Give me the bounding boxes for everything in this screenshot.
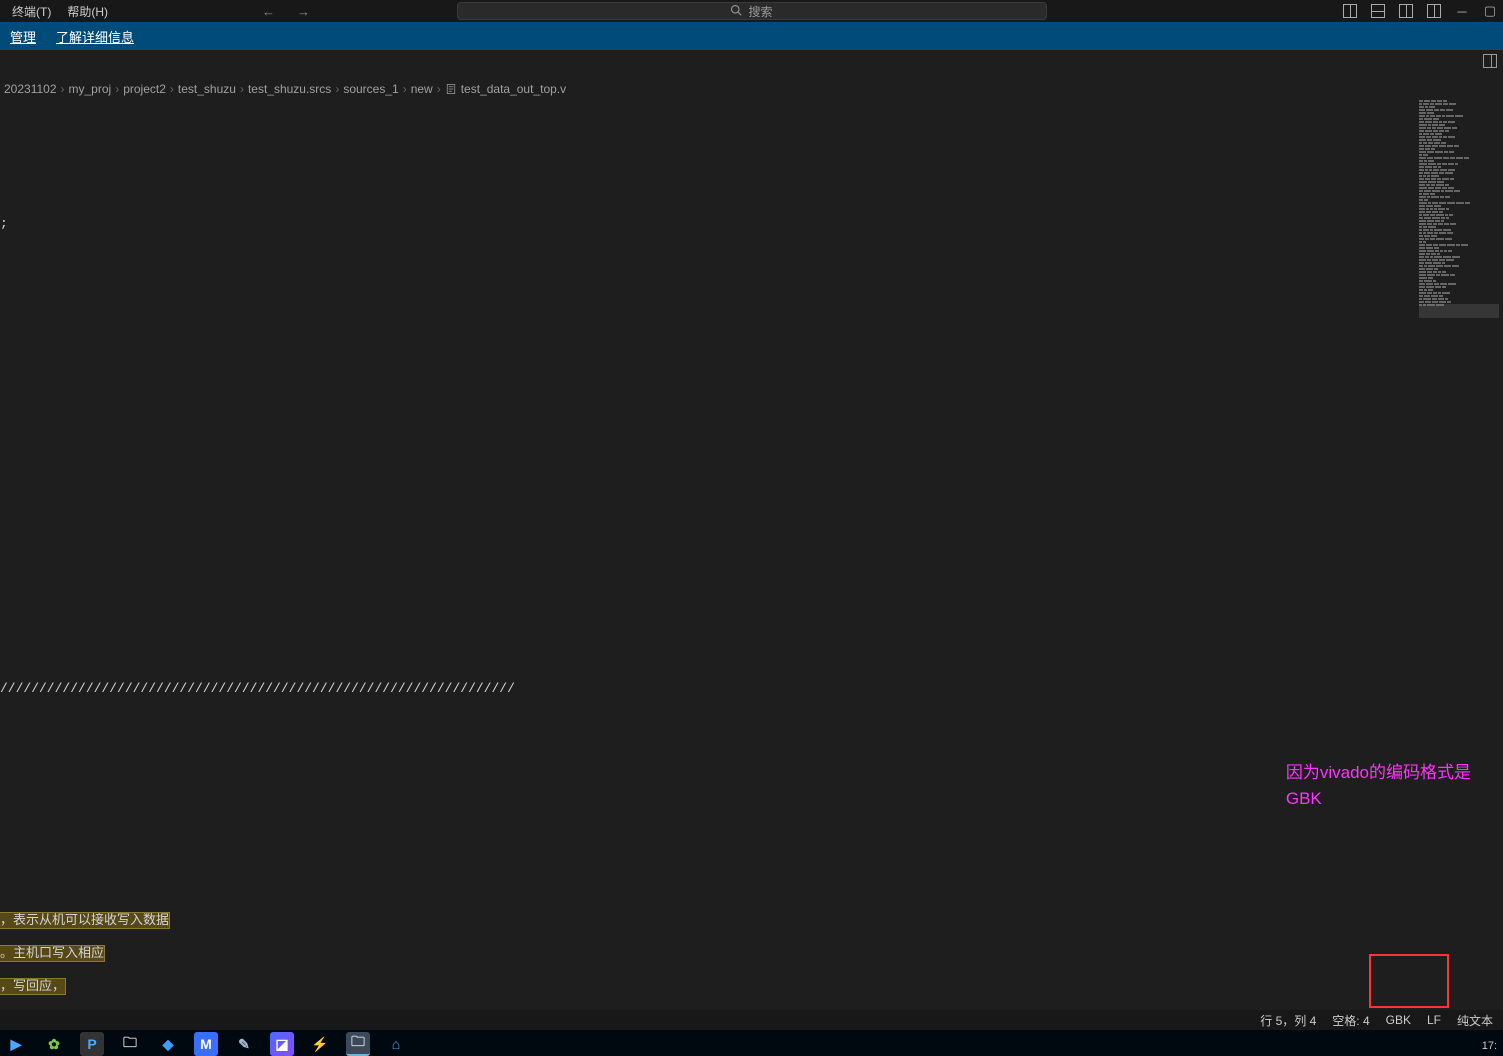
status-linecol[interactable]: 行 5，列 4 <box>1260 1012 1316 1029</box>
chevron-right-icon: › <box>437 82 441 96</box>
code-comment: ，写回应， <box>0 979 65 994</box>
chevron-right-icon: › <box>335 82 339 96</box>
taskbar-app-icon[interactable]: P <box>80 1032 104 1056</box>
crumb-2[interactable]: project2 <box>123 82 166 96</box>
titlebar: 终端(T) 帮助(H) ← → 搜索 ─ ▢ <box>0 0 1503 22</box>
toggle-secondary-sidebar-icon[interactable] <box>1483 54 1497 68</box>
minimap-slider[interactable] <box>1419 304 1499 318</box>
taskbar-app-icon[interactable]: M <box>194 1032 218 1056</box>
status-language[interactable]: 纯文本 <box>1457 1012 1493 1029</box>
chevron-right-icon: › <box>115 82 119 96</box>
editor-content: ; //////////////////////////////////////… <box>0 100 515 1010</box>
code-comment: ，表示从机可以接收写入数据 <box>0 913 169 928</box>
layout-right-icon[interactable] <box>1399 4 1413 18</box>
taskbar-app-icon[interactable]: ◪ <box>270 1032 294 1056</box>
taskbar-app-icon[interactable]: ✎ <box>232 1032 256 1056</box>
status-spaces[interactable]: 空格: 4 <box>1332 1012 1369 1029</box>
notification-bar: 管理 了解详细信息 <box>0 22 1503 50</box>
search-input[interactable]: 搜索 <box>457 2 1047 20</box>
breadcrumb: 20231102› my_proj› project2› test_shuzu›… <box>0 78 1503 100</box>
annotation-highlight-box <box>1369 954 1449 1008</box>
nav-arrows: ← → <box>256 2 316 21</box>
learn-more-link[interactable]: 了解详细信息 <box>56 27 134 46</box>
menu-help[interactable]: 帮助(H) <box>59 1 116 22</box>
layout-bottom-icon[interactable] <box>1371 4 1385 18</box>
chevron-right-icon: › <box>240 82 244 96</box>
taskbar: ▶ ✿ P 🗀 ◆ M ✎ ◪ ⚡ 🗀 ⌂ 17: <box>0 1030 1503 1056</box>
code-line: ////////////////////////////////////////… <box>0 681 515 698</box>
manage-link[interactable]: 管理 <box>10 27 36 46</box>
editor[interactable]: ; //////////////////////////////////////… <box>0 100 1503 1010</box>
layout-grid-icon[interactable] <box>1427 4 1441 18</box>
taskbar-app-icon[interactable]: ◆ <box>156 1032 180 1056</box>
crumb-6[interactable]: new <box>411 82 433 96</box>
tab-area <box>0 50 1503 78</box>
statusbar: 行 5，列 4 空格: 4 GBK LF 纯文本 <box>0 1010 1503 1030</box>
status-eol[interactable]: LF <box>1427 1013 1441 1027</box>
taskbar-app-icon[interactable]: ⚡ <box>308 1032 332 1056</box>
file-icon <box>445 83 457 95</box>
taskbar-clock[interactable]: 17: <box>1482 1040 1497 1052</box>
layout-left-icon[interactable] <box>1343 4 1357 18</box>
taskbar-app-icon[interactable]: 🗀 <box>118 1032 142 1056</box>
minimize-icon[interactable]: ─ <box>1455 4 1469 18</box>
search-placeholder: 搜索 <box>748 3 772 20</box>
chevron-right-icon: › <box>61 82 65 96</box>
crumb-4[interactable]: test_shuzu.srcs <box>248 82 331 96</box>
maximize-icon[interactable]: ▢ <box>1483 4 1497 18</box>
nav-forward-icon[interactable]: → <box>291 2 316 21</box>
annotation-text: 因为vivado的编码格式是 GBK <box>1286 760 1471 812</box>
code-comment: 。主机口写入相应 <box>0 946 104 961</box>
search-icon <box>730 4 742 19</box>
nav-back-icon[interactable]: ← <box>256 2 281 21</box>
taskbar-vscode-icon[interactable]: ⌂ <box>384 1032 408 1056</box>
chevron-right-icon: › <box>403 82 407 96</box>
crumb-3[interactable]: test_shuzu <box>178 82 236 96</box>
status-encoding[interactable]: GBK <box>1386 1013 1411 1027</box>
crumb-file[interactable]: test_data_out_top.v <box>461 82 566 96</box>
titlebar-controls: ─ ▢ <box>1343 4 1497 18</box>
menu-terminal[interactable]: 终端(T) <box>4 1 59 22</box>
code-line: ; <box>0 216 515 233</box>
taskbar-app-icon[interactable]: ▶ <box>4 1032 28 1056</box>
crumb-5[interactable]: sources_1 <box>343 82 398 96</box>
crumb-1[interactable]: my_proj <box>69 82 112 96</box>
chevron-right-icon: › <box>170 82 174 96</box>
crumb-0[interactable]: 20231102 <box>4 82 57 96</box>
taskbar-app-icon[interactable]: ✿ <box>42 1032 66 1056</box>
taskbar-app-icon[interactable]: 🗀 <box>346 1032 370 1056</box>
minimap[interactable] <box>1419 100 1499 330</box>
